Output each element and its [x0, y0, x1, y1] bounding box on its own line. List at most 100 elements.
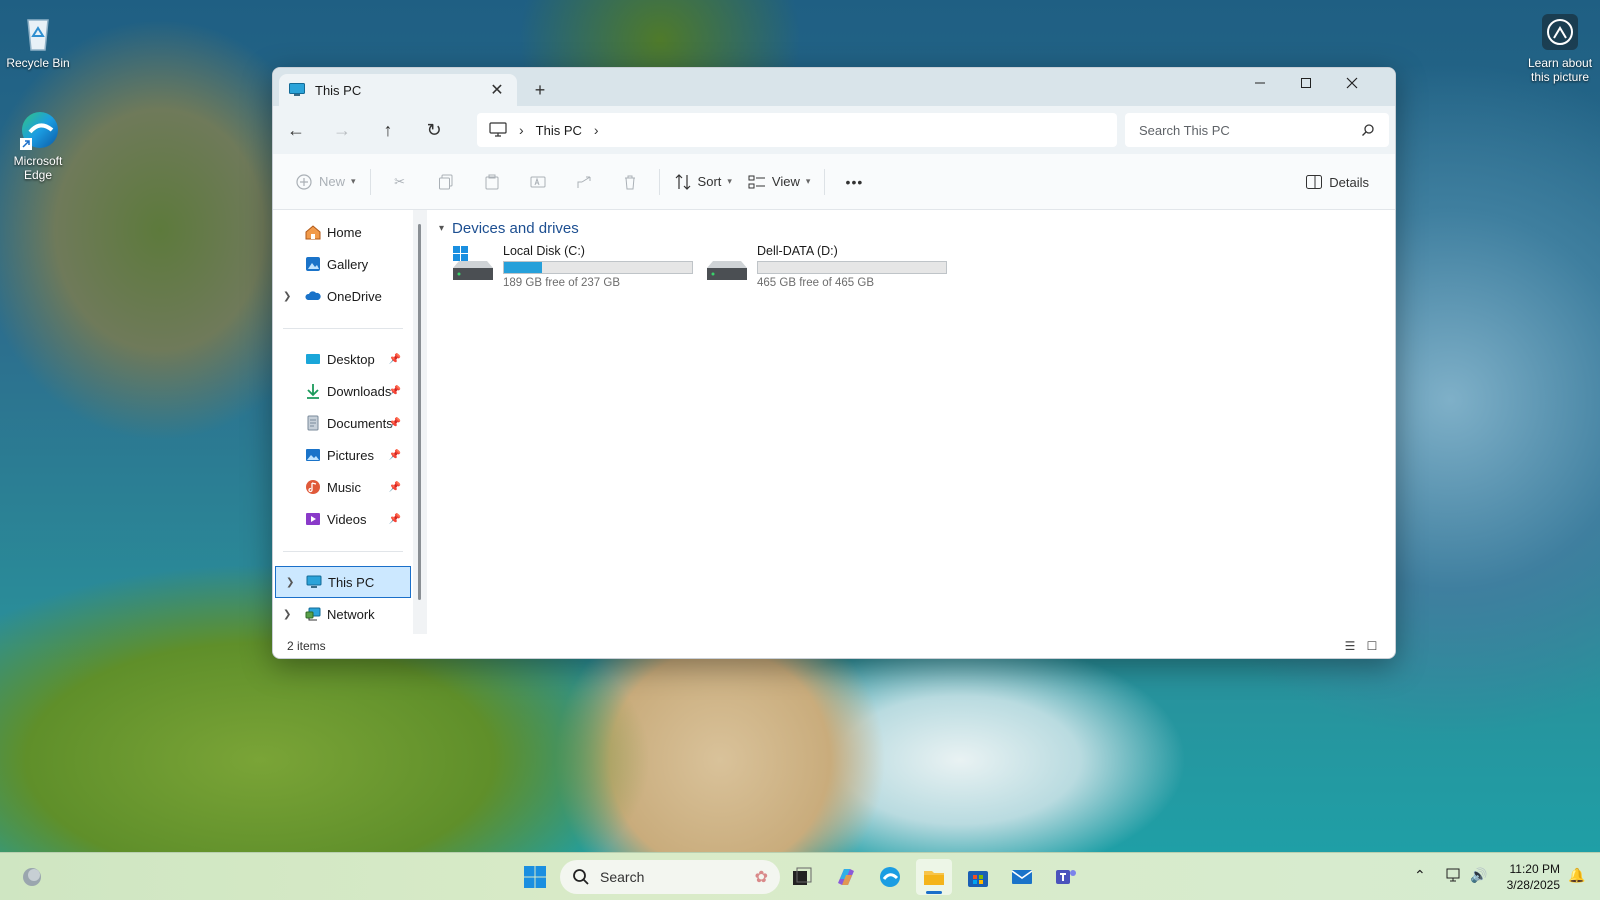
home-icon	[305, 225, 321, 240]
nav-item-home[interactable]: Home	[273, 216, 413, 248]
cut-button[interactable]: ✂	[377, 165, 423, 199]
file-explorer-taskbar-button[interactable]	[916, 859, 952, 895]
chevron-right-icon[interactable]: ›	[519, 122, 524, 138]
nav-item-music[interactable]: Music 📌	[273, 471, 413, 503]
teams-button[interactable]	[1048, 859, 1084, 895]
nav-item-videos[interactable]: Videos 📌	[273, 503, 413, 535]
hard-drive-icon	[705, 244, 749, 288]
pin-icon[interactable]: 📌	[389, 514, 401, 525]
drive-item-d[interactable]: Dell-DATA (D:) 465 GB free of 465 GB	[705, 244, 947, 292]
drive-usage-bar	[757, 261, 947, 274]
monitor-icon[interactable]	[489, 122, 507, 138]
nav-divider	[283, 328, 403, 329]
copy-button[interactable]	[423, 165, 469, 199]
nav-item-gallery[interactable]: Gallery	[273, 248, 413, 280]
task-view-button[interactable]	[784, 859, 820, 895]
recycle-bin-icon	[16, 10, 60, 54]
nav-scrollbar[interactable]	[413, 210, 427, 634]
widgets-button[interactable]	[14, 859, 50, 895]
edge-taskbar-button[interactable]	[872, 859, 908, 895]
breadcrumb[interactable]: › This PC ›	[477, 113, 1117, 147]
arrow-left-icon: ←	[287, 119, 305, 140]
search-icon[interactable]	[1361, 123, 1375, 137]
volume-icon[interactable]: 🔊	[1470, 867, 1487, 884]
pin-icon[interactable]: 📌	[389, 386, 401, 397]
drive-free-space: 465 GB free of 465 GB	[757, 277, 874, 289]
more-options-button[interactable]: •••	[831, 165, 877, 199]
pin-icon[interactable]: 📌	[389, 354, 401, 365]
new-tab-button[interactable]: +	[527, 78, 553, 102]
desktop-icon	[306, 354, 320, 364]
nav-item-documents[interactable]: Documents 📌	[273, 407, 413, 439]
sort-label: Sort	[697, 174, 722, 189]
nav-item-onedrive[interactable]: ❯ OneDrive	[273, 280, 413, 312]
tiles-view-icon[interactable]: ☐	[1363, 638, 1381, 654]
search-icon	[573, 869, 589, 885]
copy-icon	[438, 174, 453, 189]
taskbar-search[interactable]: Search ✿	[560, 860, 780, 894]
nav-item-this-pc[interactable]: ❯ This PC	[275, 566, 411, 598]
minimize-button[interactable]	[1237, 68, 1283, 98]
nav-item-desktop[interactable]: Desktop 📌	[273, 343, 413, 375]
folder-icon	[924, 871, 944, 885]
store-button[interactable]	[960, 859, 996, 895]
chevron-down-icon[interactable]: ▾	[439, 223, 444, 234]
maximize-button[interactable]	[1283, 68, 1329, 98]
toolbar-divider	[824, 168, 826, 195]
taskbar-clock[interactable]: 11:20 PM 3/28/2025	[1494, 861, 1560, 893]
pin-icon[interactable]: 📌	[389, 450, 401, 461]
weather-icon	[23, 868, 41, 886]
details-pane-button[interactable]: Details	[1297, 165, 1377, 199]
notifications-icon[interactable]: 🔔	[1568, 867, 1585, 884]
group-header-devices[interactable]: ▾ Devices and drives	[439, 220, 579, 237]
chevron-right-icon[interactable]: ❯	[283, 291, 291, 302]
scrollbar-thumb[interactable]	[418, 224, 421, 600]
mail-icon	[1011, 870, 1033, 884]
details-pane-icon	[1306, 175, 1323, 189]
network-tray-icon[interactable]	[1446, 867, 1462, 886]
nav-divider	[283, 551, 403, 552]
chevron-right-icon[interactable]: ❯	[286, 577, 294, 588]
view-button[interactable]: View ▾	[740, 165, 818, 199]
network-icon	[305, 607, 321, 621]
pin-icon[interactable]: 📌	[389, 482, 401, 493]
nav-item-pictures[interactable]: Pictures 📌	[273, 439, 413, 471]
delete-button[interactable]	[607, 165, 653, 199]
plus-circle-icon	[296, 173, 312, 190]
new-button[interactable]: New ▾	[287, 165, 364, 199]
refresh-icon: ↻	[426, 119, 442, 140]
back-button[interactable]: ←	[279, 116, 313, 144]
chevron-right-icon[interactable]: ❯	[283, 609, 291, 620]
chevron-up-icon[interactable]: ⌃	[1414, 867, 1426, 884]
drive-item-c[interactable]: Local Disk (C:) 189 GB free of 237 GB	[451, 244, 693, 292]
breadcrumb-this-pc[interactable]: This PC	[536, 123, 582, 138]
nav-item-network[interactable]: ❯ Network	[273, 598, 413, 630]
up-button[interactable]: ↑	[371, 116, 405, 144]
forward-button[interactable]: →	[325, 116, 359, 144]
close-window-button[interactable]	[1329, 68, 1375, 98]
tab-this-pc[interactable]: This PC ✕	[279, 74, 517, 106]
nav-item-downloads[interactable]: Downloads 📌	[273, 375, 413, 407]
sort-button[interactable]: Sort ▾	[666, 165, 740, 199]
arrow-up-icon: ↑	[383, 119, 393, 140]
details-view-icon[interactable]: ☰	[1341, 638, 1359, 654]
drive-name: Dell-DATA (D:)	[757, 244, 838, 258]
desktop-icon-recycle-bin[interactable]: Recycle Bin	[0, 10, 76, 70]
rename-icon	[530, 176, 546, 187]
share-button[interactable]	[561, 165, 607, 199]
pin-icon[interactable]: 📌	[389, 418, 401, 429]
mail-button[interactable]	[1004, 859, 1040, 895]
start-button[interactable]	[517, 859, 553, 895]
learn-about-picture[interactable]: Learn about this picture	[1520, 10, 1600, 84]
refresh-button[interactable]: ↻	[417, 116, 451, 144]
edge-icon	[880, 867, 900, 887]
search-input[interactable]	[1139, 122, 1361, 138]
paste-button[interactable]	[469, 165, 515, 199]
search-box[interactable]	[1125, 113, 1389, 147]
copilot-button[interactable]	[828, 859, 864, 895]
desktop-icon-edge[interactable]: Microsoft Edge	[0, 108, 76, 182]
rename-button[interactable]	[515, 165, 561, 199]
tab-close-icon[interactable]: ✕	[487, 80, 507, 100]
cloud-icon	[305, 291, 321, 300]
chevron-right-icon[interactable]: ›	[594, 122, 599, 138]
